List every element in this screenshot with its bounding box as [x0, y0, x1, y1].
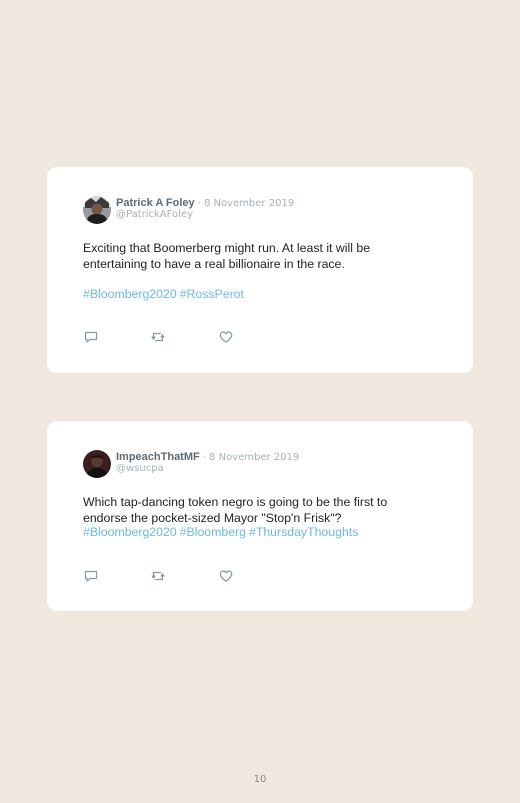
retweet-icon[interactable] — [150, 329, 166, 345]
separator: · — [202, 452, 206, 463]
hashtag-list: #Bloomberg2020 #Bloomberg #ThursdayThought… — [83, 525, 361, 541]
hashtag[interactable]: #Bloomberg2020 — [83, 287, 177, 301]
author-name[interactable]: ImpeachThatMF — [116, 451, 200, 463]
tweet-text: Exciting that Boomerberg might run. At l… — [83, 241, 371, 271]
tweet-date[interactable]: 8 November 2019 — [204, 198, 294, 209]
author-handle[interactable]: @wsucpa — [116, 463, 164, 474]
user-avatar-photo-icon — [83, 196, 111, 224]
author-name[interactable]: Patrick A Foley — [116, 197, 195, 209]
hashtag-list: #Bloomberg2020 #RossPerot — [83, 287, 247, 303]
avatar[interactable] — [83, 450, 111, 478]
user-avatar-photo-icon — [83, 450, 111, 478]
like-icon[interactable] — [218, 568, 234, 584]
hashtag[interactable]: #Bloomberg — [180, 525, 246, 539]
reply-icon[interactable] — [83, 329, 99, 345]
tweet-date[interactable]: 8 November 2019 — [209, 452, 299, 463]
hashtag[interactable]: #Bloomberg2020 — [83, 525, 177, 539]
avatar[interactable] — [83, 196, 111, 224]
tweet-text: Which tap-dancing token negro is going t… — [83, 495, 388, 525]
tweet-actions — [83, 568, 253, 584]
retweet-icon[interactable] — [150, 568, 166, 584]
tweet-card: ImpeachThatMF · 8 November 2019 @wsucpa … — [47, 421, 473, 611]
hashtag[interactable]: #RossPerot — [180, 287, 244, 301]
tweet-card: Patrick A Foley · 8 November 2019 @Patri… — [47, 167, 473, 373]
hashtag[interactable]: #ThursdayThoughts — [249, 525, 358, 539]
tweet-actions — [83, 329, 253, 345]
page-number: 10 — [253, 774, 267, 785]
like-icon[interactable] — [218, 329, 234, 345]
reply-icon[interactable] — [83, 568, 99, 584]
separator: · — [197, 198, 201, 209]
author-handle[interactable]: @PatrickAFoley — [116, 209, 193, 220]
